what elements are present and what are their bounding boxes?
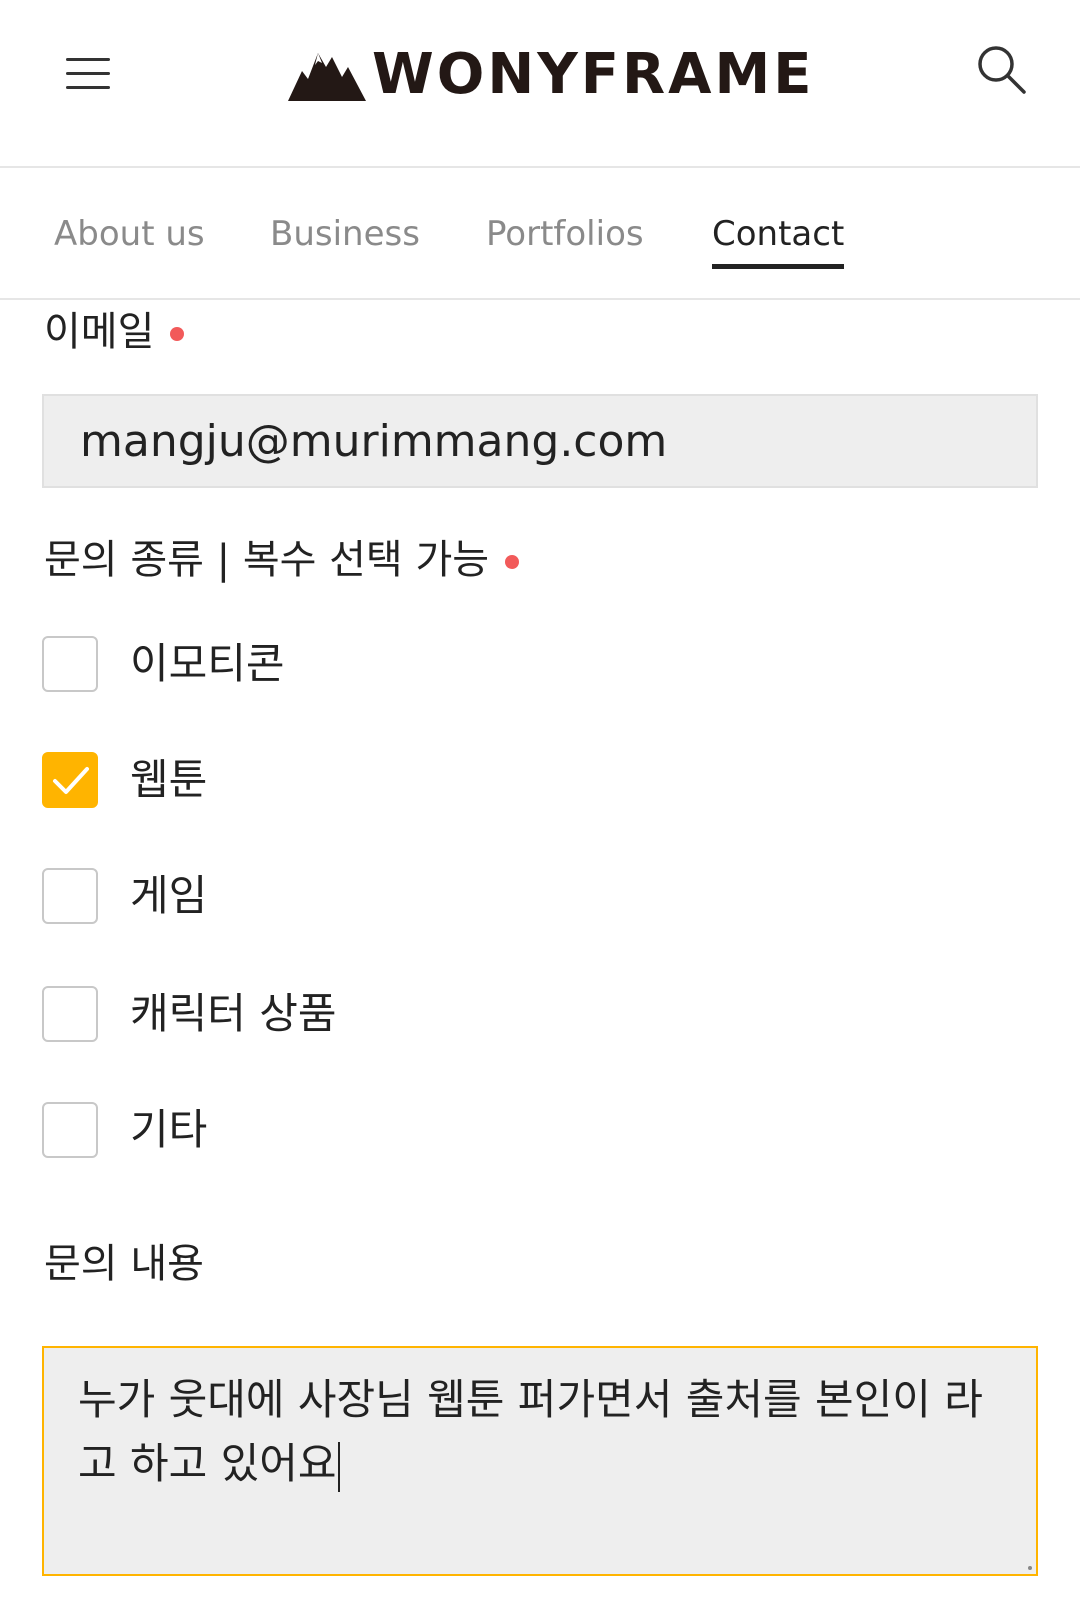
checkbox-label: 이모티콘 (130, 639, 285, 688)
main-nav-tabs: About us Business Portfolios Contact (0, 170, 1080, 300)
textarea-text: 누가 웃대에 사장님 웹툰 퍼가면서 출처를 본인이 라고 하고 있어요 (78, 1375, 983, 1488)
mountain-logo-icon (288, 53, 366, 101)
inquiry-content-label: 문의 내용 (44, 1241, 204, 1287)
checkbox-box[interactable] (42, 868, 98, 924)
checkbox-label: 기타 (130, 1105, 208, 1154)
search-icon[interactable] (976, 44, 1028, 96)
email-field[interactable] (42, 394, 1038, 488)
email-label: 이메일 (44, 304, 185, 360)
required-indicator (170, 327, 185, 341)
required-indicator (505, 555, 520, 569)
hamburger-menu-icon[interactable] (66, 54, 110, 90)
active-tab-indicator (712, 264, 845, 269)
email-input[interactable] (80, 396, 1000, 486)
tab-about-us[interactable]: About us (54, 210, 205, 258)
checkbox-box[interactable] (42, 986, 98, 1042)
app-header: WONYFRAME (0, 0, 1080, 168)
checkbox-character-goods[interactable]: 캐릭터 상품 (42, 986, 337, 1042)
checkbox-box[interactable] (42, 636, 98, 692)
tab-business[interactable]: Business (270, 210, 420, 258)
checkbox-webtoon[interactable]: 웹툰 (42, 752, 207, 808)
text-cursor (337, 1441, 340, 1492)
checkbox-emoticon[interactable]: 이모티콘 (42, 636, 285, 692)
tab-portfolios[interactable]: Portfolios (486, 210, 644, 258)
resize-handle[interactable] (1028, 1566, 1032, 1570)
checkbox-label: 웹툰 (130, 755, 208, 804)
checkbox-box-checked[interactable] (42, 752, 98, 808)
inquiry-type-label: 문의 종류 | 복수 선택 가능 (44, 532, 520, 588)
checkbox-other[interactable]: 기타 (42, 1102, 207, 1158)
brand-logo[interactable]: WONYFRAME (288, 44, 815, 106)
tab-contact[interactable]: Contact (712, 210, 845, 269)
inquiry-content-textarea[interactable]: 누가 웃대에 사장님 웹툰 퍼가면서 출처를 본인이 라고 하고 있어요 (42, 1346, 1038, 1576)
checkmark-icon (53, 767, 89, 794)
checkbox-label: 캐릭터 상품 (130, 989, 337, 1038)
checkbox-label: 게임 (130, 871, 208, 920)
brand-name: WONYFRAME (372, 42, 815, 107)
checkbox-box[interactable] (42, 1102, 98, 1158)
checkbox-game[interactable]: 게임 (42, 868, 207, 924)
